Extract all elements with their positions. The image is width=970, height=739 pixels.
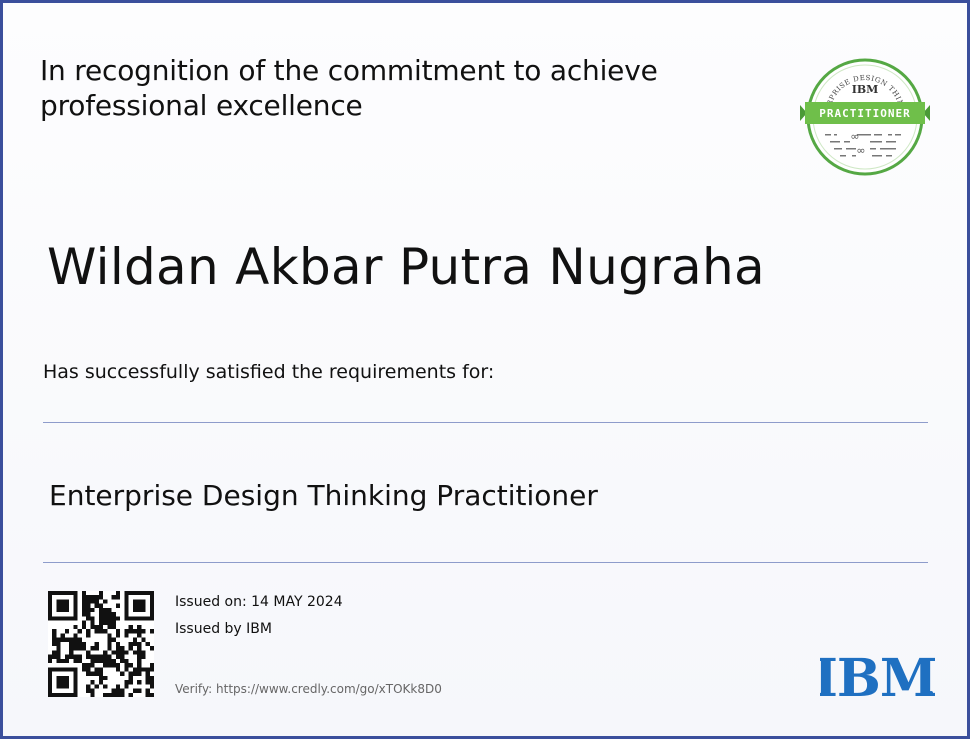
divider-bottom xyxy=(43,562,928,563)
svg-text:∞: ∞ xyxy=(850,130,859,143)
recognition-text: In recognition of the commitment to achi… xyxy=(40,54,658,122)
requirements-text: Has successfully satisfied the requireme… xyxy=(43,361,495,383)
recipient-name: Wildan Akbar Putra Nugraha xyxy=(47,238,765,296)
certificate: In recognition of the commitment to achi… xyxy=(0,0,970,739)
course-title: Enterprise Design Thinking Practitioner xyxy=(49,479,598,512)
verify-link[interactable]: Verify: https://www.credly.com/go/xTOKk8… xyxy=(175,680,442,698)
svg-text:∞: ∞ xyxy=(856,144,865,157)
badge-ribbon-text: PRACTITIONER xyxy=(819,107,910,120)
divider-top xyxy=(43,422,928,423)
issued-on-date: Issued on: 14 MAY 2024 xyxy=(175,594,343,610)
practitioner-badge-icon: ENTERPRISE DESIGN THINKING IBM PRACTITIO… xyxy=(800,55,930,176)
qr-code-icon[interactable] xyxy=(48,591,154,697)
badge-issuer-text: IBM xyxy=(852,83,879,96)
ibm-logo-icon: IBM xyxy=(820,651,935,699)
issued-by: Issued by IBM xyxy=(175,621,272,637)
ibm-logo-text: IBM xyxy=(820,651,935,699)
